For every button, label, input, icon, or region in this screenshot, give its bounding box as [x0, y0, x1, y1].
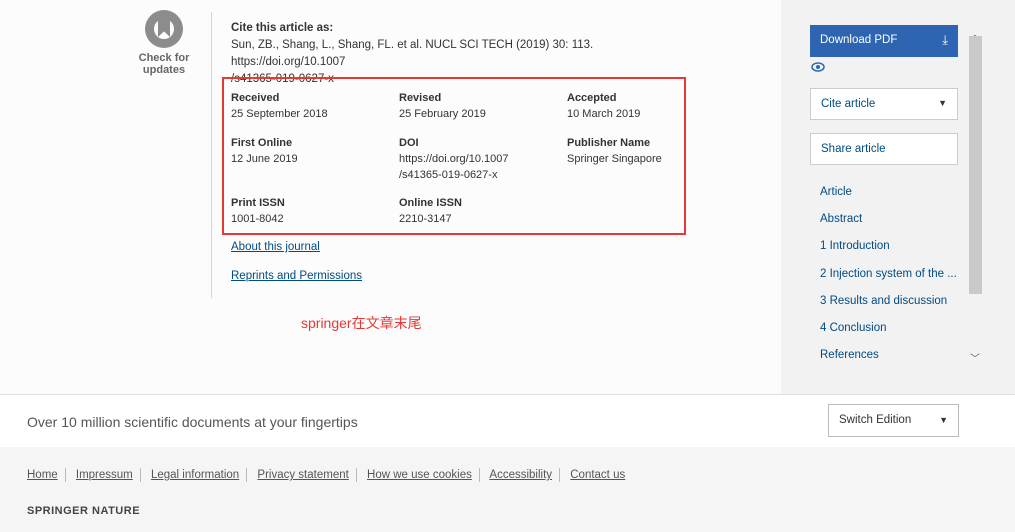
field-online-issn: Online ISSN 2210-3147 [399, 197, 462, 225]
edition-band: Over 10 million scientific documents at … [0, 394, 1015, 448]
field-print-issn: Print ISSN 1001-8042 [231, 197, 285, 225]
footer-link-home[interactable]: Home [27, 469, 58, 481]
switch-edition-dropdown[interactable]: Switch Edition ▼ [828, 404, 959, 437]
springer-nature-logo: SPRINGER NATURE [27, 505, 141, 517]
field-revised: Revised 25 February 2019 [399, 92, 486, 120]
footer-link-contact[interactable]: Contact us [570, 469, 625, 481]
scroll-down-icon[interactable]: ﹀ [970, 350, 980, 365]
toc-item-references[interactable]: References [820, 349, 879, 361]
toc-item-introduction[interactable]: 1 Introduction [820, 240, 890, 252]
field-doi: DOI https://doi.org/10.1007/s41365-019-06… [399, 137, 509, 181]
download-pdf-button[interactable]: Download PDF ⤓ [810, 25, 958, 57]
caret-down-icon: ▼ [938, 98, 947, 108]
field-accepted: Accepted 10 March 2019 [567, 92, 641, 120]
cite-title: Cite this article as: [231, 22, 334, 34]
footer: Home Impressum Legal information Privacy… [0, 447, 1015, 532]
cite-text: Sun, ZB., Shang, L., Shang, FL. et al. N… [231, 39, 594, 68]
footer-link-cookies[interactable]: How we use cookies [367, 469, 472, 481]
cite-article-dropdown[interactable]: Cite article ▼ [810, 88, 958, 120]
download-icon: ⤓ [942, 32, 948, 47]
toc-item-conclusion[interactable]: 4 Conclusion [820, 322, 886, 334]
field-received: Received 25 September 2018 [231, 92, 328, 120]
about-journal-link[interactable]: About this journal [231, 241, 320, 253]
toc-item-injection-system[interactable]: 2 Injection system of the ... [820, 268, 957, 280]
band-text: Over 10 million scientific documents at … [27, 414, 358, 430]
footer-links: Home Impressum Legal information Privacy… [27, 468, 625, 482]
check-for-updates[interactable]: Check for updates [133, 10, 195, 76]
field-first-online: First Online 12 June 2019 [231, 137, 298, 165]
sidebar-scrollbar[interactable] [969, 36, 982, 294]
footer-link-impressum[interactable]: Impressum [76, 469, 133, 481]
reprints-link[interactable]: Reprints and Permissions [231, 270, 362, 282]
toc-item-abstract[interactable]: Abstract [820, 213, 862, 225]
footer-link-legal[interactable]: Legal information [151, 469, 239, 481]
footer-link-privacy[interactable]: Privacy statement [257, 469, 348, 481]
check-updates-icon [145, 10, 183, 48]
field-publisher: Publisher Name Springer Singapore [567, 137, 662, 165]
toc-item-article[interactable]: Article [820, 186, 852, 198]
share-article-button[interactable]: Share article [810, 133, 958, 165]
divider [211, 12, 212, 298]
caret-down-icon: ▼ [939, 415, 948, 425]
annotation-text: springer在文章末尾 [301, 315, 422, 331]
footer-link-accessibility[interactable]: Accessibility [489, 469, 552, 481]
accessibility-eye-icon[interactable] [811, 60, 825, 74]
toc-item-results[interactable]: 3 Results and discussion [820, 295, 947, 307]
